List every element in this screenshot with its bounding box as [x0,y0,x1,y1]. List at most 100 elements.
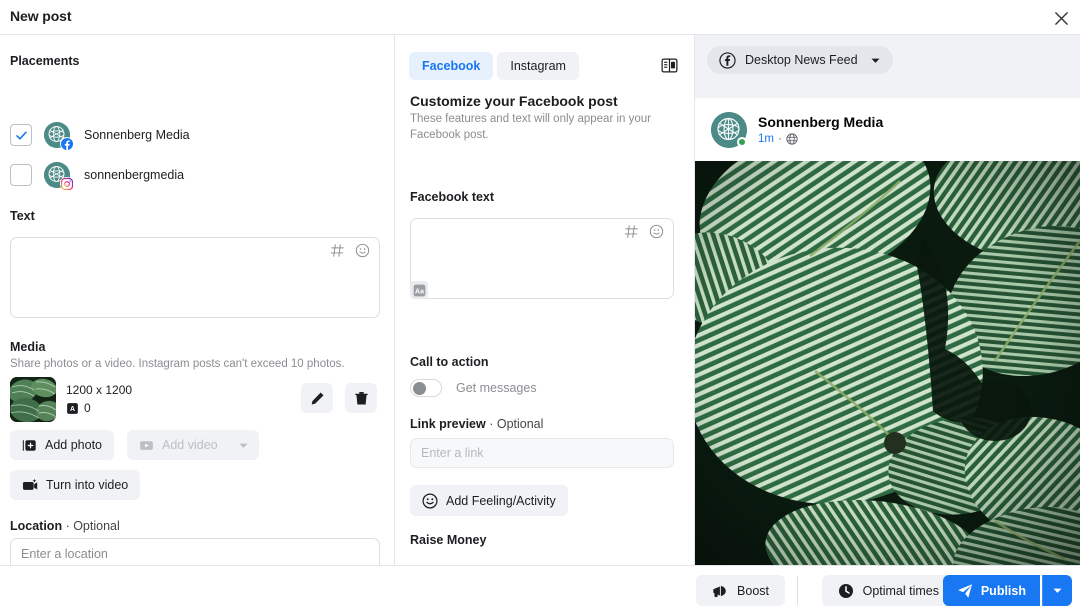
hashtag-icon[interactable] [624,224,639,244]
call-to-action-row: Get messages [410,379,537,397]
avatar [44,162,73,190]
split-panel-icon[interactable] [658,54,680,76]
composer-middle-panel: Facebook Instagram Customize your Facebo… [396,35,695,565]
publish-label: Publish [980,583,1026,598]
composer-left-panel: Placements Sonnenberg Media sonnenbergme… [0,35,395,565]
action-bar: Boost Optimal times Publish [0,565,1080,614]
preview-surface-selector[interactable]: Desktop News Feed [707,46,893,74]
add-photo-icon [22,439,36,451]
avatar [44,122,73,150]
delete-media-button[interactable] [345,383,377,413]
location-input[interactable] [10,538,380,565]
facebook-text-input[interactable] [410,218,674,299]
close-icon [1054,11,1068,25]
preview-surface-label: Desktop News Feed [745,53,858,67]
placement-row-instagram[interactable]: sonnenbergmedia [10,162,185,190]
alt-text-icon: A [67,402,78,414]
facebook-text-heading: Facebook text [410,190,495,204]
chevron-down-icon [1053,588,1062,593]
facebook-badge [60,137,73,150]
get-messages-toggle[interactable] [410,379,442,397]
preview-author-name: Sonnenberg Media [758,114,884,130]
tab-instagram[interactable]: Instagram [497,52,579,80]
pencil-icon [311,392,323,404]
video-icon [140,440,153,450]
facebook-icon [719,51,736,69]
placement-checkbox-instagram[interactable] [10,164,32,186]
online-status-dot [737,137,747,147]
globe-icon [786,133,798,145]
placement-checkbox-facebook[interactable] [10,124,32,146]
placement-label: Sonnenberg Media [84,128,190,142]
send-icon [957,583,972,598]
link-preview-input[interactable] [410,438,674,468]
preview-timestamp: 1m [758,133,774,145]
add-feeling-activity-label: Add Feeling/Activity [446,493,556,508]
trash-icon [354,391,368,404]
placement-row-facebook[interactable]: Sonnenberg Media [10,122,190,150]
media-thumbnail[interactable] [10,377,56,422]
text-input-icons [330,243,370,263]
link-preview-heading-text: Link preview [410,417,486,431]
smiley-icon [422,492,438,509]
media-subtext: Share photos or a video. Instagram posts… [10,358,345,370]
facebook-post-preview: Sonnenberg Media 1m · [695,98,1080,565]
preview-meta-separator: · [777,133,782,145]
page-title: New post [10,8,72,24]
publish-options-button[interactable] [1042,575,1072,606]
turn-into-video-label: Turn into video [46,478,129,492]
location-heading: Location · Optional [10,519,120,533]
placement-label: sonnenbergmedia [84,168,185,182]
avatar [711,112,747,148]
placements-heading: Placements [10,54,80,68]
clock-icon [838,583,853,598]
emoji-icon[interactable] [355,243,370,263]
facebook-text-icons [624,224,664,244]
svg-text:A: A [70,405,75,412]
boost-button[interactable]: Boost [696,575,785,606]
publish-button[interactable]: Publish [942,575,1040,606]
tab-facebook[interactable]: Facebook [409,52,494,80]
network-tabs: Facebook Instagram [409,52,579,80]
dialog-header: New post [0,0,1080,35]
media-alt-count: 0 [84,401,91,415]
edit-media-button[interactable] [301,383,333,413]
boost-label: Boost [737,583,769,598]
media-alt-meta: A 0 [66,401,91,415]
facebook-icon [60,137,73,150]
add-video-label: Add video [162,438,218,452]
raise-money-heading: Raise Money [410,533,487,547]
close-button[interactable] [1046,3,1076,33]
preview-post-image [695,161,1080,565]
text-heading: Text [10,209,35,223]
chevron-down-icon [239,443,248,448]
chevron-down-icon [871,58,880,63]
optimal-times-label: Optimal times [862,583,939,598]
hashtag-icon[interactable] [330,243,345,263]
link-preview-heading: Link preview · Optional [410,417,543,431]
add-feeling-activity-button[interactable]: Add Feeling/Activity [410,485,568,516]
add-photo-button[interactable]: Add photo [10,430,114,460]
megaphone-icon [713,585,726,597]
add-photo-label: Add photo [45,438,102,452]
svg-text:Aa: Aa [415,288,424,295]
footer-divider [797,576,798,605]
add-video-button[interactable]: Add video [127,430,259,460]
media-dimensions: 1200 x 1200 [66,383,133,397]
customize-title: Customize your Facebook post [410,93,618,109]
turn-into-video-icon [22,478,38,490]
media-heading: Media [10,340,46,354]
optimal-times-button[interactable]: Optimal times [821,575,955,606]
check-icon [15,130,27,140]
post-text-input[interactable] [10,237,380,318]
turn-into-video-button[interactable]: Turn into video [10,470,141,500]
text-format-icon[interactable]: Aa [410,281,428,299]
new-post-dialog: New post Placements Sonnenberg Media son… [0,0,1080,614]
instagram-badge [60,177,73,190]
preview-post-meta: 1m · [758,133,798,145]
location-optional-label: · Optional [65,519,120,533]
link-preview-optional-label: · Optional [489,417,544,431]
emoji-icon[interactable] [649,224,664,244]
instagram-icon [60,177,73,190]
panel-divider [394,35,395,565]
